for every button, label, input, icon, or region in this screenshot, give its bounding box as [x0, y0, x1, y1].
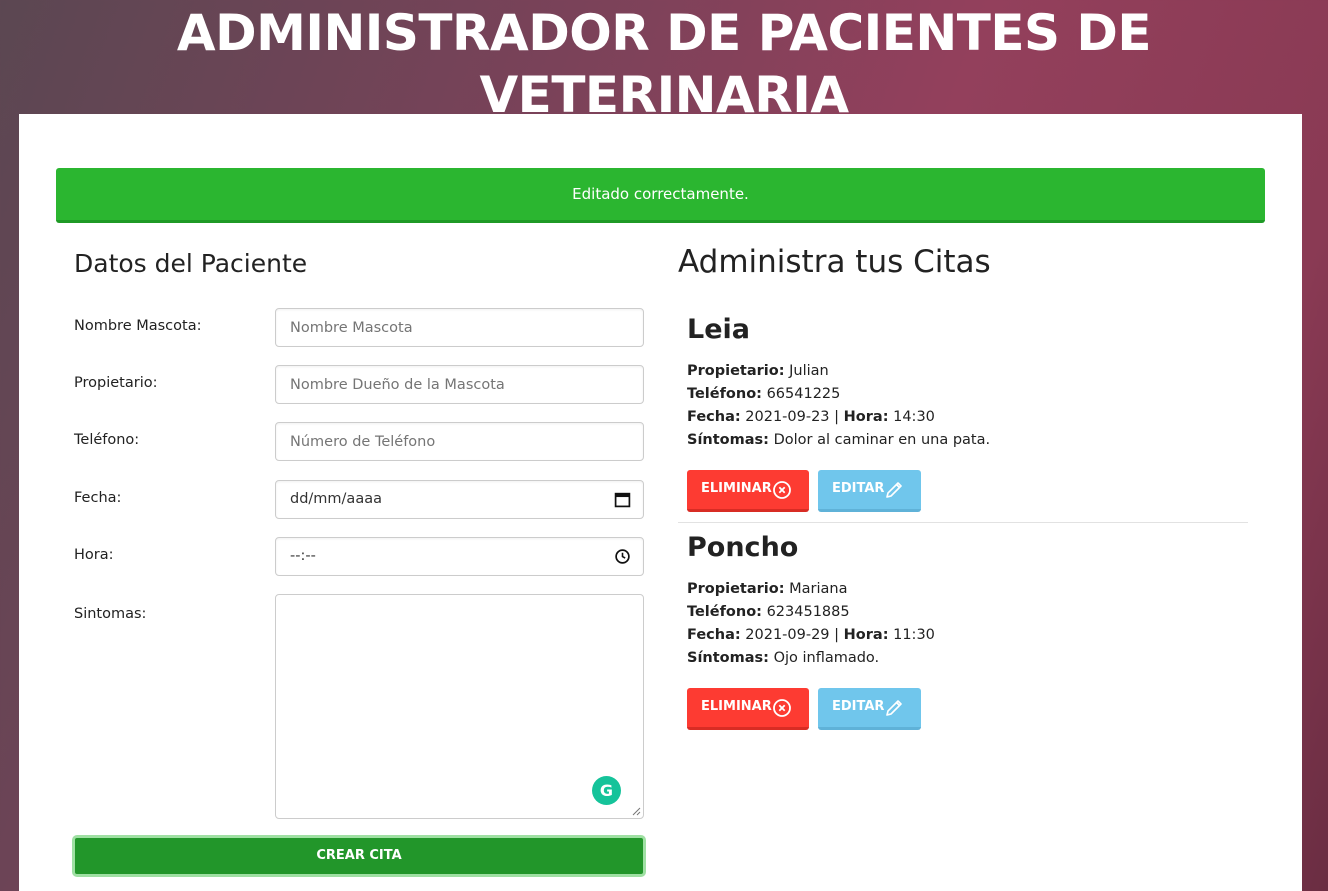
fecha-input[interactable]: dd/mm/aaaa	[275, 480, 644, 519]
propietario-label: Propietario:	[74, 375, 158, 391]
clock-icon[interactable]	[614, 548, 631, 565]
main-panel: Editado correctamente. Datos del Pacient…	[19, 114, 1302, 891]
pencil-icon	[886, 482, 902, 498]
hora-value: --:--	[290, 548, 316, 564]
cita-actions: ELIMINAR EDITAR	[678, 470, 1248, 512]
page-title: ADMINISTRADOR DE PACIENTES DE VETERINARI…	[176, 4, 1152, 124]
propietario-input[interactable]	[275, 365, 644, 404]
telefono-label: Teléfono:	[74, 432, 140, 448]
mascota-label: Nombre Mascota:	[74, 318, 202, 334]
eliminar-button[interactable]: ELIMINAR	[687, 688, 809, 730]
fecha-label: Fecha:	[74, 490, 122, 506]
fecha-value: dd/mm/aaaa	[290, 491, 382, 507]
sintomas-label: Sintomas:	[74, 606, 147, 622]
cita-actions: ELIMINAR EDITAR	[678, 688, 1248, 730]
cita-mascota: Leia	[687, 314, 750, 345]
crear-cita-button[interactable]: CREAR CITA	[72, 835, 646, 877]
success-alert: Editado correctamente.	[56, 168, 1265, 223]
telefono-input[interactable]	[275, 422, 644, 461]
cita-mascota: Poncho	[687, 532, 799, 563]
editar-button[interactable]: EDITAR	[818, 688, 921, 730]
cita-propietario: Propietario: Julian	[687, 363, 829, 379]
cita-sintomas: Síntomas: Ojo inflamado.	[687, 650, 880, 666]
grammarly-icon[interactable]: G	[592, 776, 621, 805]
citas-title: Administra tus Citas	[678, 244, 991, 280]
cita-fecha-hora: Fecha: 2021-09-29 | Hora: 11:30	[687, 627, 935, 643]
x-circle-icon	[773, 481, 791, 499]
resize-grip-icon[interactable]	[631, 806, 641, 816]
hora-input[interactable]: --:--	[275, 537, 644, 576]
pencil-icon	[886, 700, 902, 716]
eliminar-button[interactable]: ELIMINAR	[687, 470, 809, 512]
cita-telefono: Teléfono: 66541225	[687, 386, 841, 402]
editar-button[interactable]: EDITAR	[818, 470, 921, 512]
cita-propietario: Propietario: Mariana	[687, 581, 848, 597]
hora-label: Hora:	[74, 547, 114, 563]
x-circle-icon	[773, 699, 791, 717]
cita-telefono: Teléfono: 623451885	[687, 604, 850, 620]
calendar-icon[interactable]	[614, 491, 631, 508]
sintomas-textarea[interactable]: G	[275, 594, 644, 819]
cita-fecha-hora: Fecha: 2021-09-23 | Hora: 14:30	[687, 409, 935, 425]
form-title: Datos del Paciente	[74, 249, 308, 278]
cita-sintomas: Síntomas: Dolor al caminar en una pata.	[687, 432, 991, 448]
cita-divider	[678, 522, 1248, 523]
mascota-input[interactable]	[275, 308, 644, 347]
